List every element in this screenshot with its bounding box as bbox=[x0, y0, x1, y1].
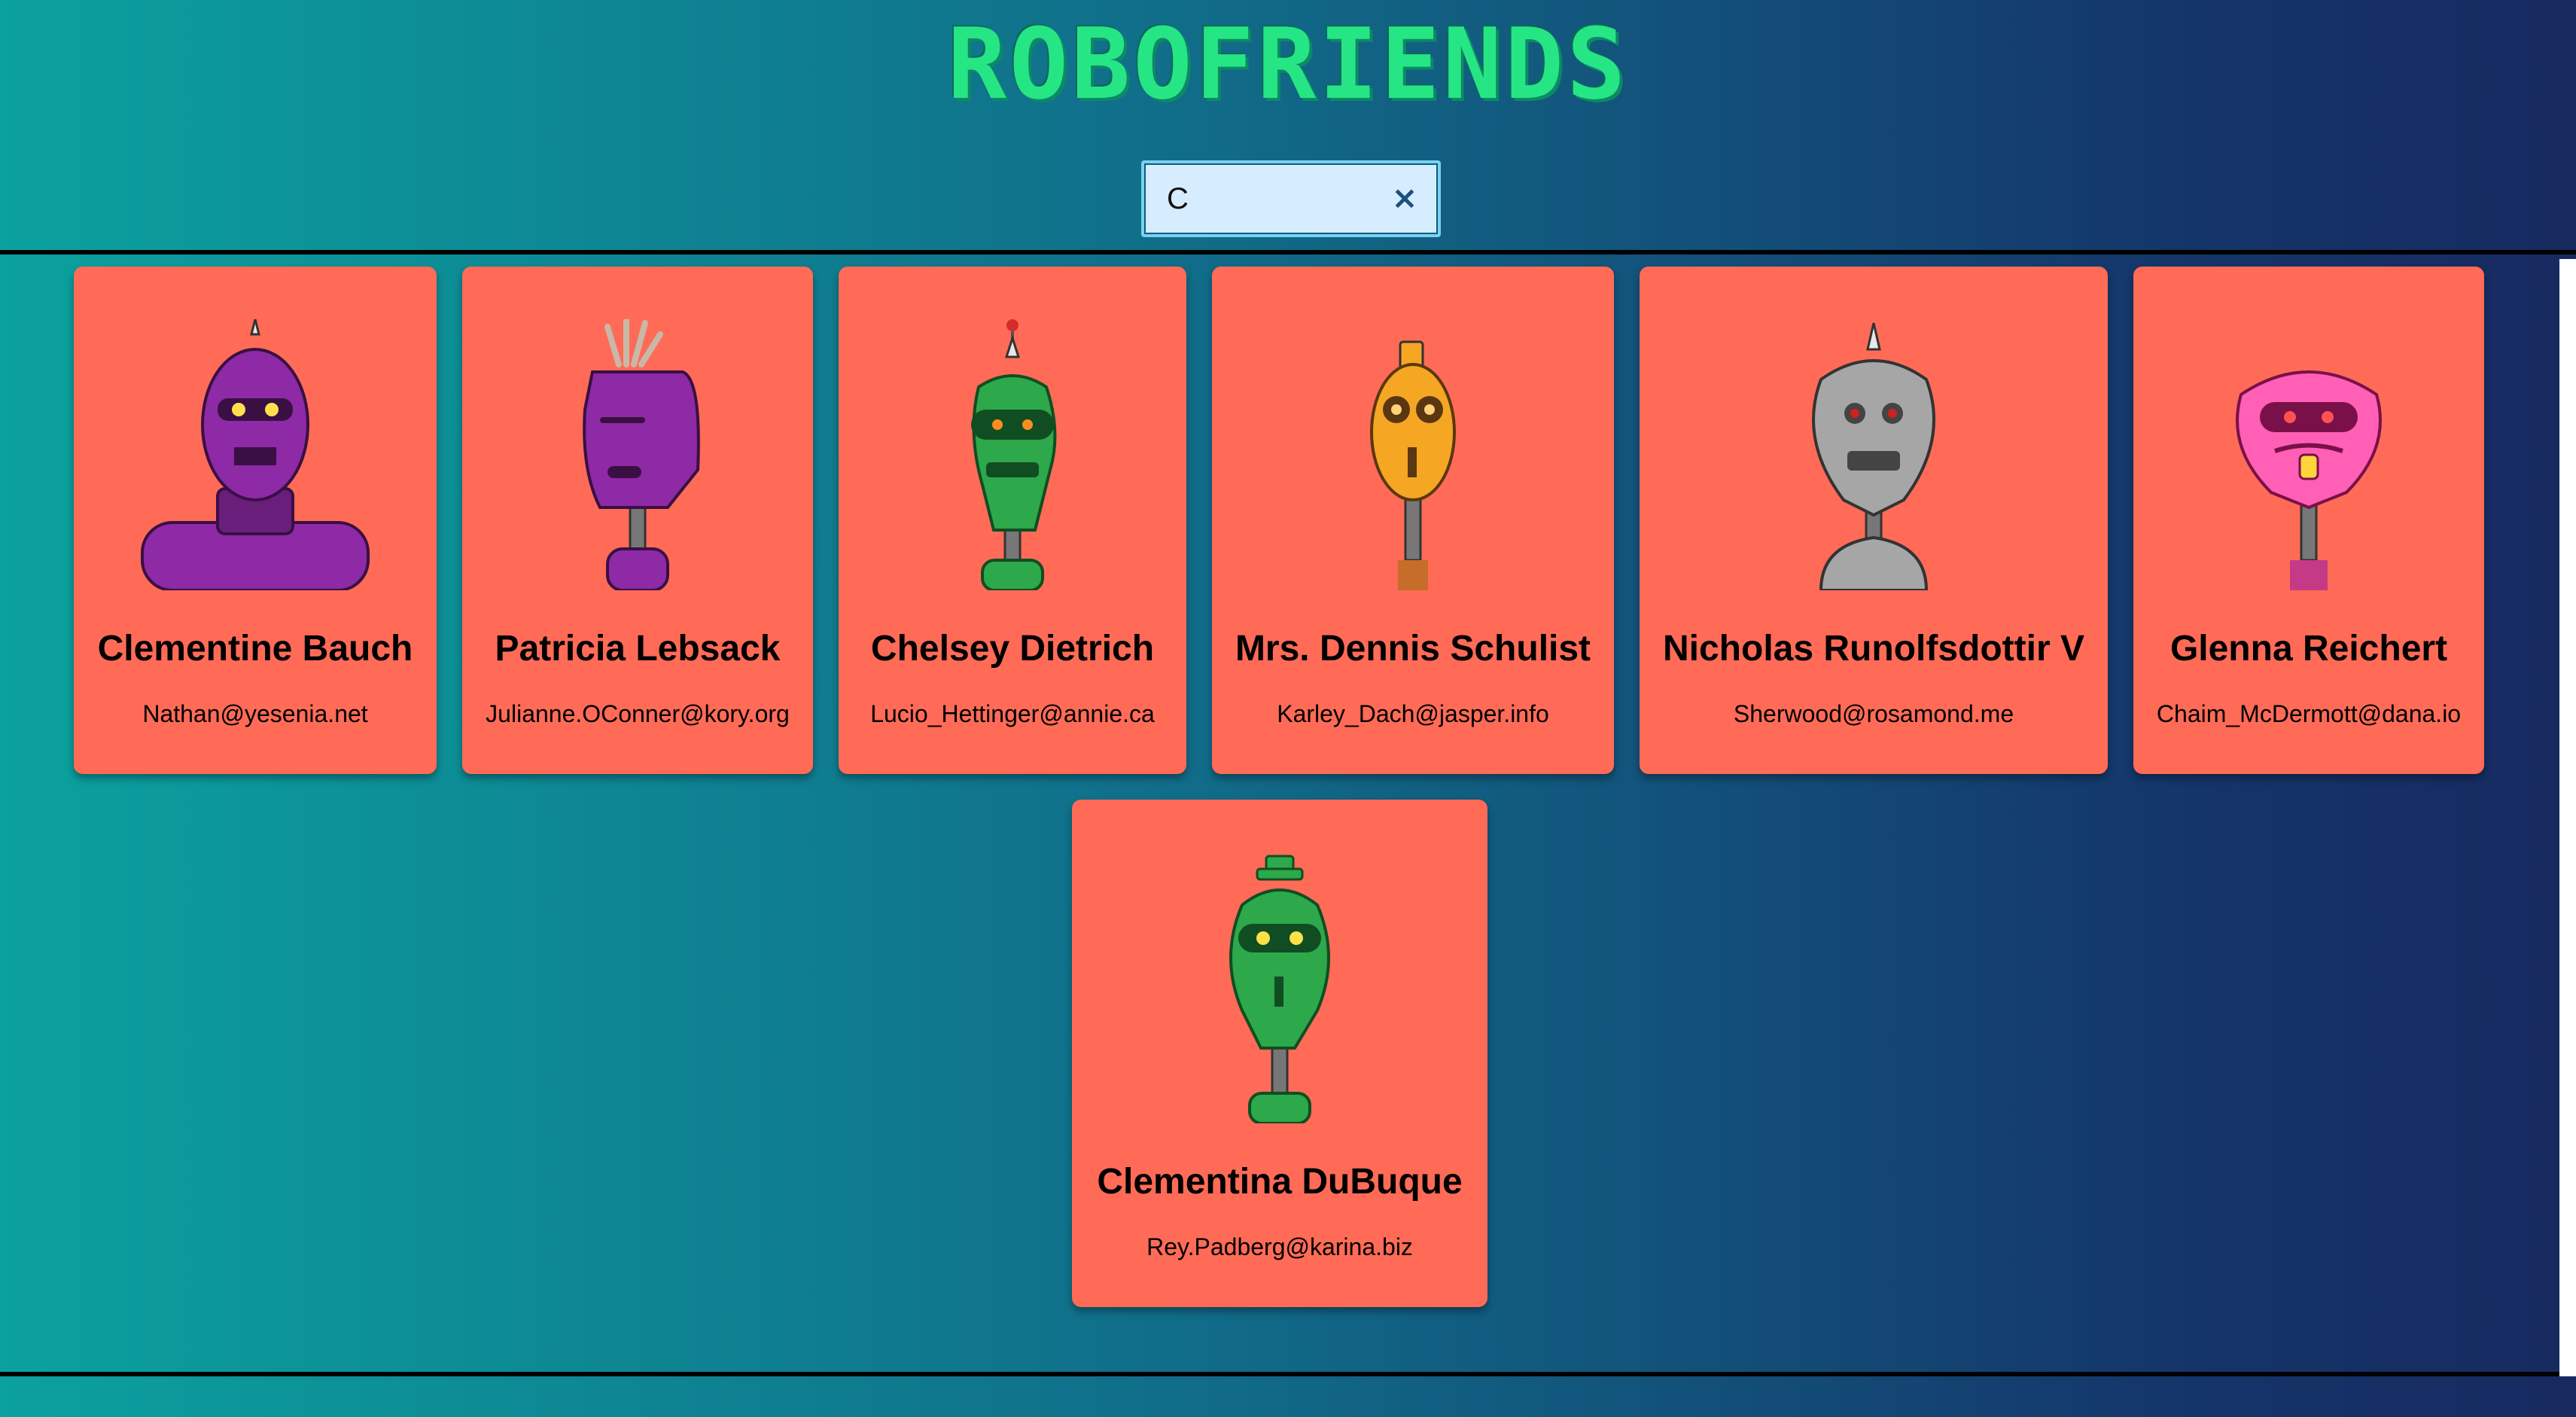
robot-card: Glenna Reichert Chaim_McDermott@dana.io bbox=[2133, 267, 2484, 774]
robot-card: Mrs. Dennis Schulist Karley_Dach@jasper.… bbox=[1212, 267, 1614, 774]
green-robot-icon bbox=[1229, 855, 1330, 1123]
robot-card: Patricia Lebsack Julianne.OConner@kory.o… bbox=[462, 267, 813, 774]
robot-card: Nicholas Runolfsdottir V Sherwood@rosamo… bbox=[1640, 267, 2108, 774]
robot-email: Sherwood@rosamond.me bbox=[1733, 700, 2014, 727]
robot-card: Clementine Bauch Nathan@yesenia.net bbox=[74, 267, 437, 774]
robot-name: Patricia Lebsack bbox=[495, 629, 781, 669]
robot-email: Lucio_Hettinger@annie.ca bbox=[870, 700, 1155, 727]
robot-name: Glenna Reichert bbox=[2170, 629, 2448, 669]
orange-robot-icon bbox=[1370, 340, 1456, 590]
search-input[interactable] bbox=[1167, 163, 1393, 234]
robot-name: Chelsey Dietrich bbox=[870, 629, 1155, 669]
search-box[interactable]: × bbox=[1141, 160, 1441, 237]
robot-card: Clementina DuBuque Rey.Padberg@karina.bi… bbox=[1072, 800, 1487, 1307]
robot-email: Rey.Padberg@karina.biz bbox=[1146, 1233, 1413, 1260]
robot-email: Karley_Dach@jasper.info bbox=[1277, 700, 1549, 727]
robot-name: Clementine Bauch bbox=[97, 629, 413, 669]
pink-robot-icon bbox=[2236, 370, 2382, 590]
scrollbar[interactable] bbox=[2559, 259, 2576, 1376]
robot-name: Clementina DuBuque bbox=[1097, 1162, 1463, 1202]
robot-email: Nathan@yesenia.net bbox=[142, 700, 368, 727]
robot-name: Mrs. Dennis Schulist bbox=[1235, 629, 1591, 669]
robot-card: Chelsey Dietrich Lucio_Hettinger@annie.c… bbox=[839, 267, 1186, 774]
purple-robot-icon bbox=[141, 319, 370, 590]
green-robot-icon bbox=[971, 319, 1057, 590]
clear-search-button[interactable]: × bbox=[1390, 181, 1420, 215]
gray-robot-icon bbox=[1812, 322, 1935, 590]
app-title: ROBOFRIENDS bbox=[947, 7, 1629, 121]
purple-robot-icon bbox=[583, 319, 700, 590]
robot-name: Nicholas Runolfsdottir V bbox=[1662, 629, 2084, 669]
robot-email: Julianne.OConner@kory.org bbox=[486, 700, 790, 727]
robot-email: Chaim_McDermott@dana.io bbox=[2156, 700, 2462, 727]
